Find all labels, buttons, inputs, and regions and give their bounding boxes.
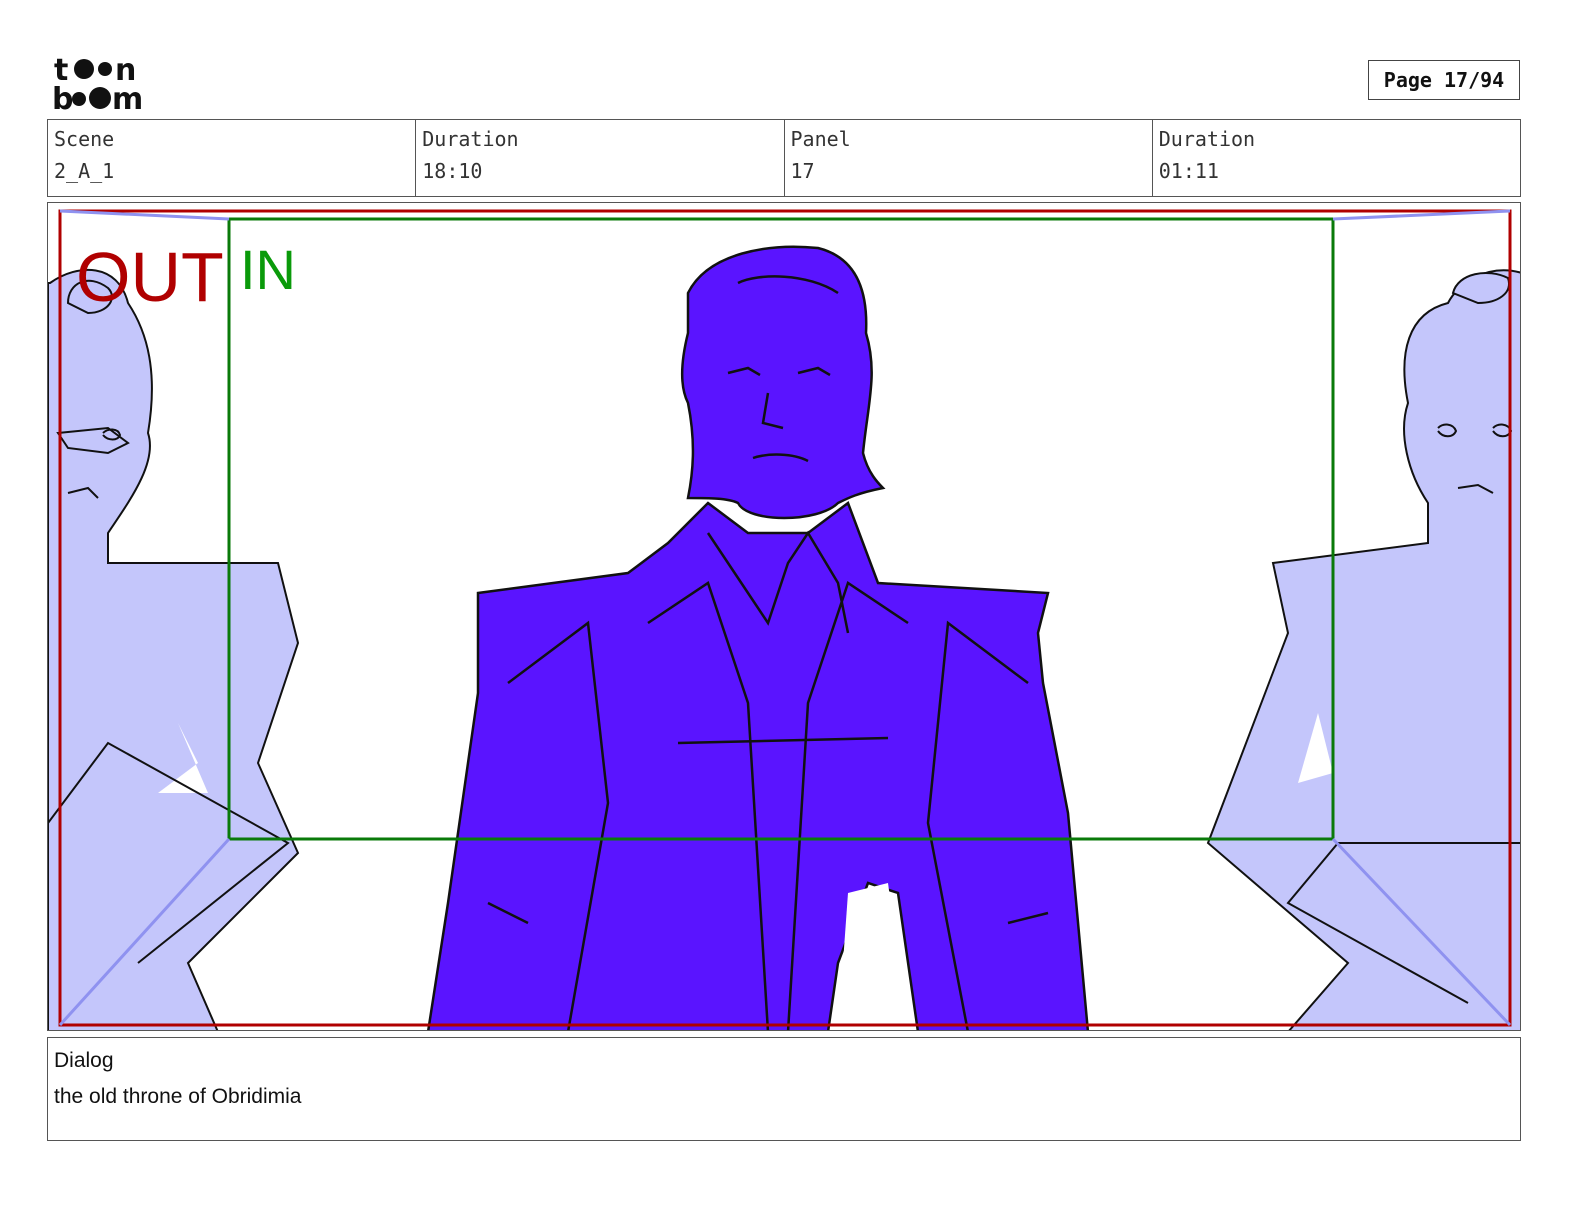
out-label: OUT [76,238,224,316]
dialog-text: the old throne of Obridimia [54,1085,302,1108]
scene-cell: Scene 2_A_1 [48,120,417,196]
info-table: Scene 2_A_1 Duration 18:10 Panel 17 Dura… [47,119,1521,197]
toonboom-logo: t n b m [52,53,143,112]
scene-duration-cell: Duration 18:10 [416,120,785,196]
panel-drawing: OUT IN [48,209,1520,1030]
storyboard-panel: OUT IN [47,202,1521,1031]
panel-value: 17 [790,159,815,183]
scene-duration-label: Duration [422,127,519,151]
scene-label: Scene [54,127,115,151]
scene-duration-value: 18:10 [422,159,483,183]
figure-gap [838,883,908,1030]
right-side-figure [1206,269,1520,1030]
panel-cell: Panel 17 [785,120,1153,196]
left-side-figure [48,269,300,1030]
central-figure [427,245,1090,1030]
svg-text:b: b [52,82,73,112]
dialog-box: Dialog the old throne of Obridimia [47,1037,1521,1141]
panel-label: Panel [790,127,851,151]
panel-duration-label: Duration [1158,127,1256,151]
panel-duration-value: 01:11 [1158,159,1219,183]
dialog-label: Dialog [54,1049,114,1072]
scene-value: 2_A_1 [54,159,115,183]
page-number: Page 17/94 [1368,60,1520,100]
panel-duration-cell: Duration 01:11 [1153,120,1520,196]
in-label: IN [240,238,296,301]
svg-text:m: m [112,82,143,112]
